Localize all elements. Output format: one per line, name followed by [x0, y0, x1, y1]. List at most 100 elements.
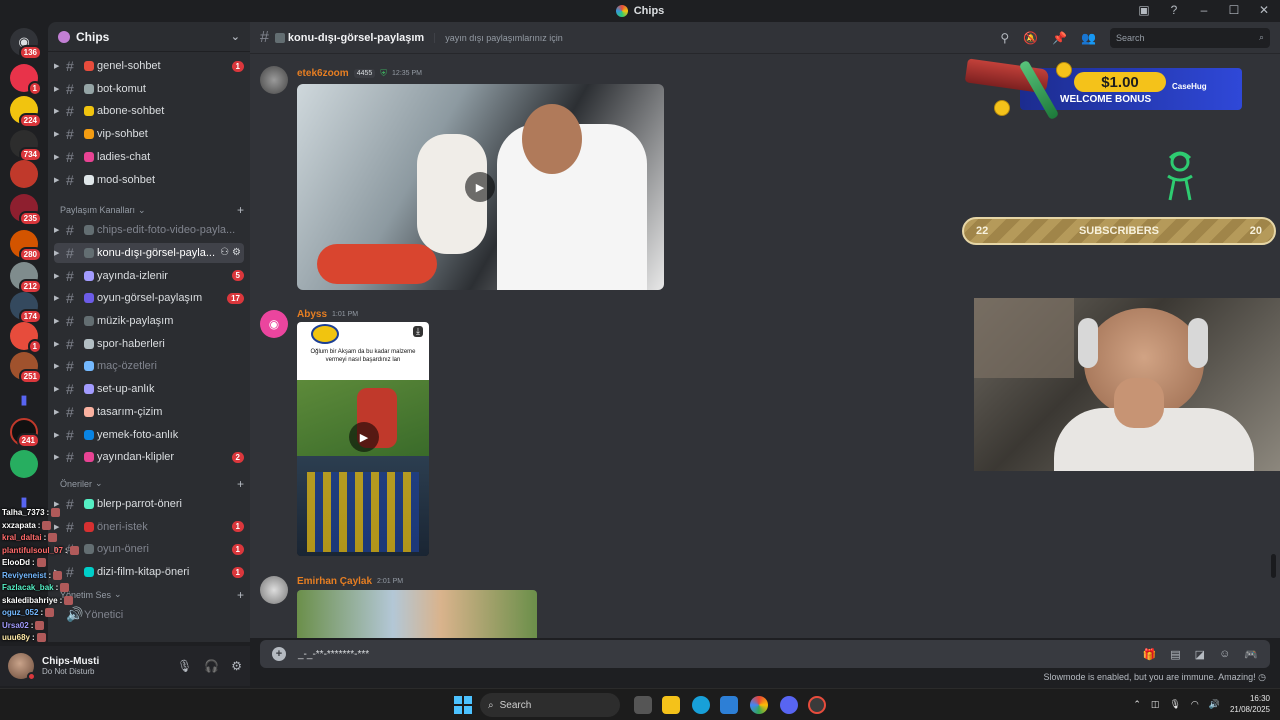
server-header[interactable]: Chips ⌄ [48, 22, 250, 52]
server-icon[interactable]: 1 [10, 64, 42, 96]
notification-bell-icon[interactable]: 🔕 [1023, 31, 1038, 45]
search-input[interactable]: Search ⌕ [1110, 27, 1270, 48]
message-author[interactable]: Emirhan Çaylak [297, 576, 372, 587]
server-icon[interactable]: 241 [10, 418, 40, 448]
server-folder-icon[interactable]: ▮ [10, 386, 38, 414]
channel-item[interactable]: ▶ # ladies-chat [54, 147, 244, 167]
channel-item[interactable]: ▶ # spor-haberleri [54, 334, 244, 354]
chevron-up-icon[interactable]: ⌃ [1133, 699, 1141, 710]
add-attachment-button[interactable]: + [272, 647, 286, 661]
channel-item[interactable]: ▶ # set-up-anlık [54, 379, 244, 399]
microphone-icon[interactable]: 🎙 [177, 659, 192, 673]
channel-category[interactable]: Paylaşım Kanalları ⌄ + [60, 202, 244, 218]
chat-username: ElooDd [2, 558, 30, 567]
gear-icon[interactable]: ⚙ [231, 659, 242, 673]
gift-icon[interactable]: 🎁 [1143, 648, 1157, 661]
hash-icon: # [66, 358, 74, 375]
download-icon[interactable]: ⤓ [413, 326, 423, 337]
server-icon[interactable]: 1 [10, 322, 42, 354]
server-icon[interactable]: 235 [10, 194, 42, 226]
username[interactable]: Chips-Musti [42, 656, 99, 667]
direct-messages-button[interactable]: ◉ 136 [10, 28, 42, 60]
add-channel-icon[interactable]: + [237, 588, 244, 602]
webcam-feed [974, 298, 1280, 471]
server-icon[interactable] [10, 160, 38, 188]
threads-icon[interactable]: ⚲ [1000, 31, 1009, 45]
minimize-button[interactable]: – [1196, 2, 1212, 18]
clock[interactable]: 16:30 21/08/2025 [1230, 693, 1270, 715]
server-icon[interactable]: 280 [10, 230, 42, 262]
network-icon[interactable]: ◫ [1151, 699, 1160, 710]
server-icon[interactable]: 251 [10, 352, 42, 384]
avatar[interactable] [260, 66, 288, 94]
sticker-icon[interactable]: ◪ [1195, 648, 1205, 661]
stream-chat-line: ElooDd: [2, 558, 46, 567]
message-header: Emirhan Çaylak 2:01 PM [297, 576, 403, 587]
channel-item[interactable]: ▶ # mod-sohbet [54, 170, 244, 190]
channel-category[interactable]: Öneriler ⌄ + [60, 476, 244, 492]
volume-icon[interactable]: 🔊 [1209, 699, 1220, 710]
channel-item[interactable]: ▶ # oyun-görsel-paylaşım 17 [54, 288, 244, 308]
image-attachment[interactable] [297, 590, 537, 638]
apps-icon[interactable]: 🎮 [1244, 648, 1258, 661]
taskbar-search[interactable]: ⌕ Search [480, 693, 620, 717]
wifi-icon[interactable]: ◠ [1191, 699, 1199, 710]
scrollbar[interactable] [1271, 554, 1276, 578]
gif-icon[interactable]: ▤ [1170, 648, 1180, 661]
edge-icon[interactable] [692, 696, 710, 714]
file-explorer-icon[interactable] [662, 696, 680, 714]
channel-tools[interactable]: ⚇⚙ [220, 247, 244, 258]
emoji-icon[interactable]: ☺ [1219, 648, 1230, 661]
message-author[interactable]: Abyss [297, 309, 327, 320]
member-list-icon[interactable]: 👥 [1081, 31, 1096, 45]
channel-item[interactable]: ▶ # tasarım-çizim [54, 402, 244, 422]
server-icon[interactable]: 174 [10, 292, 42, 324]
play-icon[interactable]: ▶ [349, 422, 379, 452]
server-icon[interactable]: 212 [10, 262, 42, 294]
channel-item[interactable]: ▶ # chips-edit-foto-video-payla... [54, 220, 244, 240]
message-author[interactable]: etek6zoom [297, 68, 349, 79]
server-icon[interactable]: 734 [10, 130, 42, 162]
add-channel-icon[interactable]: + [237, 203, 244, 217]
pin-icon[interactable]: 📌 [1052, 31, 1067, 45]
channel-label: yemek-foto-anlık [97, 428, 179, 441]
inbox-icon[interactable]: ▣ [1136, 2, 1152, 18]
channel-item[interactable]: ▶ # bot-komut [54, 79, 244, 99]
channel-item[interactable]: ▶ # konu-dışı-görsel-payla... ⚇⚙ [54, 242, 244, 263]
emote-icon [36, 558, 46, 567]
channel-item[interactable]: ▶ # müzik-paylaşım [54, 311, 244, 331]
add-channel-icon[interactable]: + [237, 477, 244, 491]
video-attachment[interactable]: Oğlum bir Akşam da bu kadar malzeme verm… [297, 322, 429, 556]
headphones-icon[interactable]: 🎧 [204, 659, 219, 673]
avatar[interactable] [260, 576, 288, 604]
channel-item[interactable]: ▶ # yemek-foto-anlık [54, 425, 244, 445]
message-composer[interactable]: + _-_-**-*******-*** 🎁 ▤ ◪ ☺ 🎮 [260, 640, 1270, 668]
store-icon[interactable] [720, 696, 738, 714]
avatar[interactable] [8, 653, 36, 681]
channel-item[interactable]: ▶ # maç-özetleri [54, 356, 244, 376]
channel-item[interactable]: ▶ # yayında-izlenir 5 [54, 266, 244, 286]
search-icon: ⌕ [1258, 32, 1264, 42]
channel-item[interactable]: ▶ # genel-sohbet 1 [54, 56, 244, 76]
task-view-icon[interactable] [634, 696, 652, 714]
chat-username: Reviyeneist [2, 570, 47, 580]
channel-item[interactable]: ▶ # abone-sohbet [54, 101, 244, 121]
server-icon[interactable] [10, 450, 38, 478]
close-button[interactable]: ✕ [1256, 2, 1272, 18]
microphone-tray-icon[interactable]: 🎙 [1169, 699, 1180, 710]
channel-item[interactable]: ▶ # yayından-klipler 2 [54, 447, 244, 467]
maximize-button[interactable]: ☐ [1226, 2, 1242, 18]
discord-taskbar-icon[interactable] [780, 696, 798, 714]
chrome-icon[interactable] [750, 696, 768, 714]
play-icon[interactable]: ▶ [465, 172, 495, 202]
server-icon[interactable]: 224 [10, 96, 42, 128]
app-icon[interactable] [808, 696, 826, 714]
message-input[interactable]: _-_-**-*******-*** [298, 649, 369, 660]
channel-item[interactable]: ▶ # vip-sohbet [54, 124, 244, 144]
windows-start-icon[interactable] [454, 696, 472, 714]
avatar[interactable]: ◉ [260, 310, 288, 338]
help-icon[interactable]: ? [1166, 2, 1182, 18]
video-attachment[interactable]: ▶ [297, 84, 664, 290]
emote-icon [69, 545, 79, 555]
hash-icon: # [260, 28, 269, 46]
